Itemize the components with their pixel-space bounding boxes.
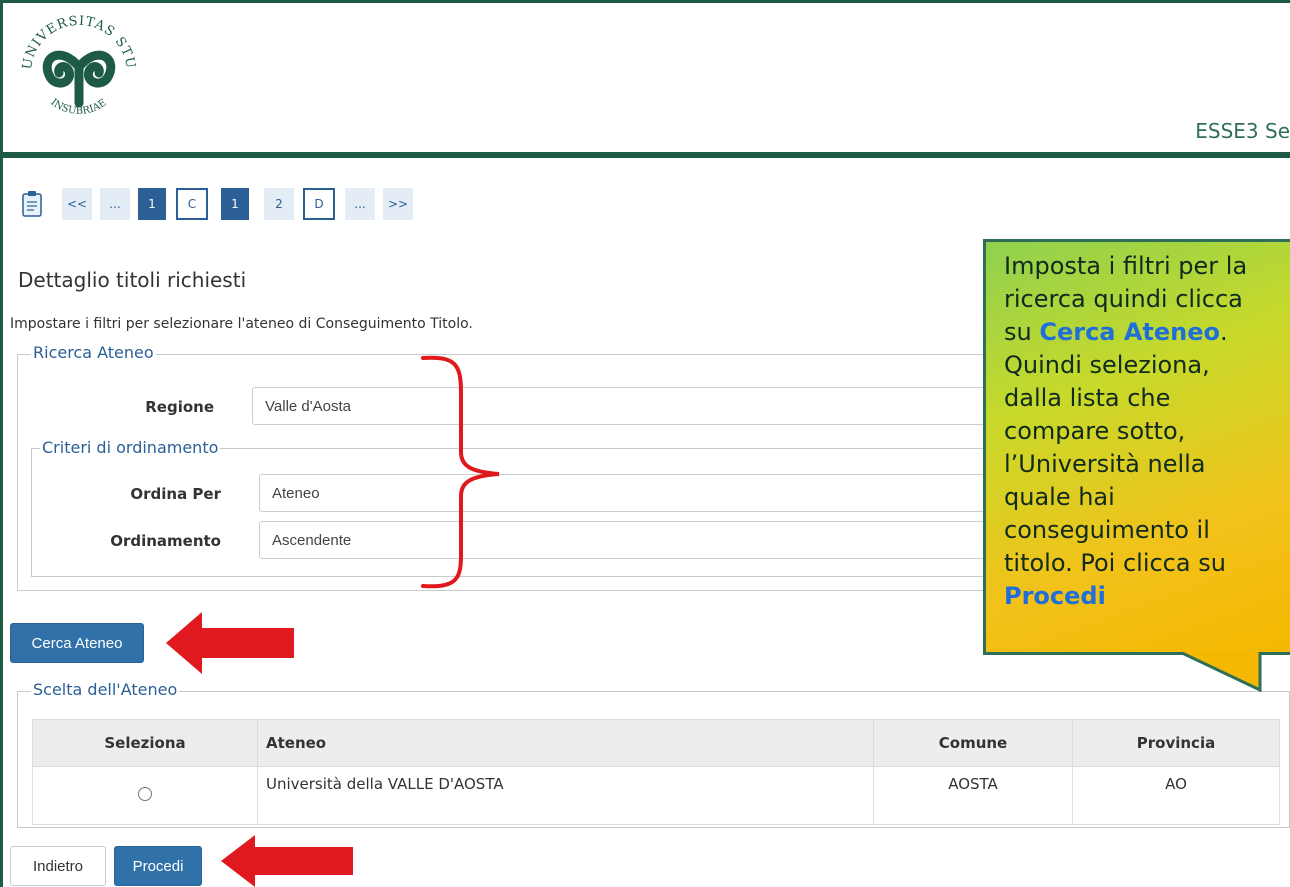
university-logo: UNIVERSITAS STUDIORUM INSUBRIAE bbox=[11, 5, 137, 117]
callout-line: quale hai bbox=[1004, 483, 1115, 511]
ordinamento-label: Ordinamento bbox=[110, 532, 221, 550]
ateneo-radio[interactable] bbox=[138, 787, 152, 801]
callout-line: conseguimento il bbox=[1004, 516, 1210, 544]
pager-step-2[interactable]: 2 bbox=[264, 188, 294, 220]
pager-last[interactable]: >> bbox=[383, 188, 413, 220]
procedi-button[interactable]: Procedi bbox=[114, 846, 202, 886]
pager-ellipsis-left[interactable]: ... bbox=[100, 188, 130, 220]
page-intro: Impostare i filtri per selezionare l'ate… bbox=[10, 316, 473, 332]
ricerca-ateneo-legend: Ricerca Ateneo bbox=[31, 343, 156, 362]
callout-line: Quindi seleziona, bbox=[1004, 351, 1210, 379]
criteri-legend: Criteri di ordinamento bbox=[40, 438, 221, 457]
table-row: Università della VALLE D'AOSTA AOSTA AO bbox=[32, 766, 1280, 825]
col-ateneo: Ateneo bbox=[257, 719, 874, 767]
help-callout: Imposta i filtri per la ricerca quindi c… bbox=[983, 239, 1290, 655]
cerca-ateneo-button[interactable]: Cerca Ateneo bbox=[10, 623, 144, 663]
callout-line: compare sotto, bbox=[1004, 417, 1186, 445]
pager-step-1-current[interactable]: 1 bbox=[221, 188, 249, 220]
callout-line: dalla lista che bbox=[1004, 384, 1171, 412]
callout-line: su Cerca Ateneo. bbox=[1004, 318, 1228, 346]
atenei-table: Seleziona Ateneo Comune Provincia Univer… bbox=[32, 719, 1280, 825]
col-comune: Comune bbox=[873, 719, 1073, 767]
callout-procedi-highlight: Procedi bbox=[1004, 582, 1106, 610]
scelta-ateneo-legend: Scelta dell'Ateneo bbox=[31, 680, 180, 699]
red-brace-annotation bbox=[421, 355, 500, 589]
callout-line: l’Università nella bbox=[1004, 450, 1206, 478]
page: UNIVERSITAS STUDIORUM INSUBRIAE ESSE3 Se… bbox=[0, 0, 1290, 887]
callout-line: ricerca quindi clicca bbox=[1004, 285, 1243, 313]
pager-ellipsis-right[interactable]: ... bbox=[345, 188, 375, 220]
ordina-per-label: Ordina Per bbox=[130, 485, 221, 503]
arrow-to-cerca-icon bbox=[166, 612, 294, 674]
pager-step-d[interactable]: D bbox=[303, 188, 335, 220]
comune-cell: AOSTA bbox=[873, 766, 1073, 825]
indietro-button[interactable]: Indietro bbox=[10, 846, 106, 886]
callout-line: titolo. Poi clicca su bbox=[1004, 549, 1226, 577]
header-divider bbox=[0, 152, 1290, 158]
provincia-cell: AO bbox=[1072, 766, 1280, 825]
callout-line: Imposta i filtri per la bbox=[1004, 252, 1248, 280]
header: UNIVERSITAS STUDIORUM INSUBRIAE ESSE3 Se bbox=[0, 0, 1290, 152]
arrow-to-procedi-icon bbox=[221, 835, 353, 887]
callout-tail bbox=[1179, 652, 1262, 692]
page-title: Dettaglio titoli richiesti bbox=[18, 268, 247, 292]
ateneo-cell: Università della VALLE D'AOSTA bbox=[257, 766, 874, 825]
regione-label: Regione bbox=[145, 398, 214, 416]
pager-step-1[interactable]: 1 bbox=[138, 188, 166, 220]
col-provincia: Provincia bbox=[1072, 719, 1280, 767]
pager-step-c[interactable]: C bbox=[176, 188, 208, 220]
select-cell bbox=[32, 766, 258, 825]
pager-first[interactable]: << bbox=[62, 188, 92, 220]
col-seleziona: Seleziona bbox=[32, 719, 258, 767]
left-border bbox=[0, 158, 3, 887]
callout-cerca-highlight: Cerca Ateneo bbox=[1039, 318, 1221, 346]
app-title: ESSE3 Se bbox=[1195, 119, 1290, 143]
clipboard-icon bbox=[22, 191, 42, 217]
